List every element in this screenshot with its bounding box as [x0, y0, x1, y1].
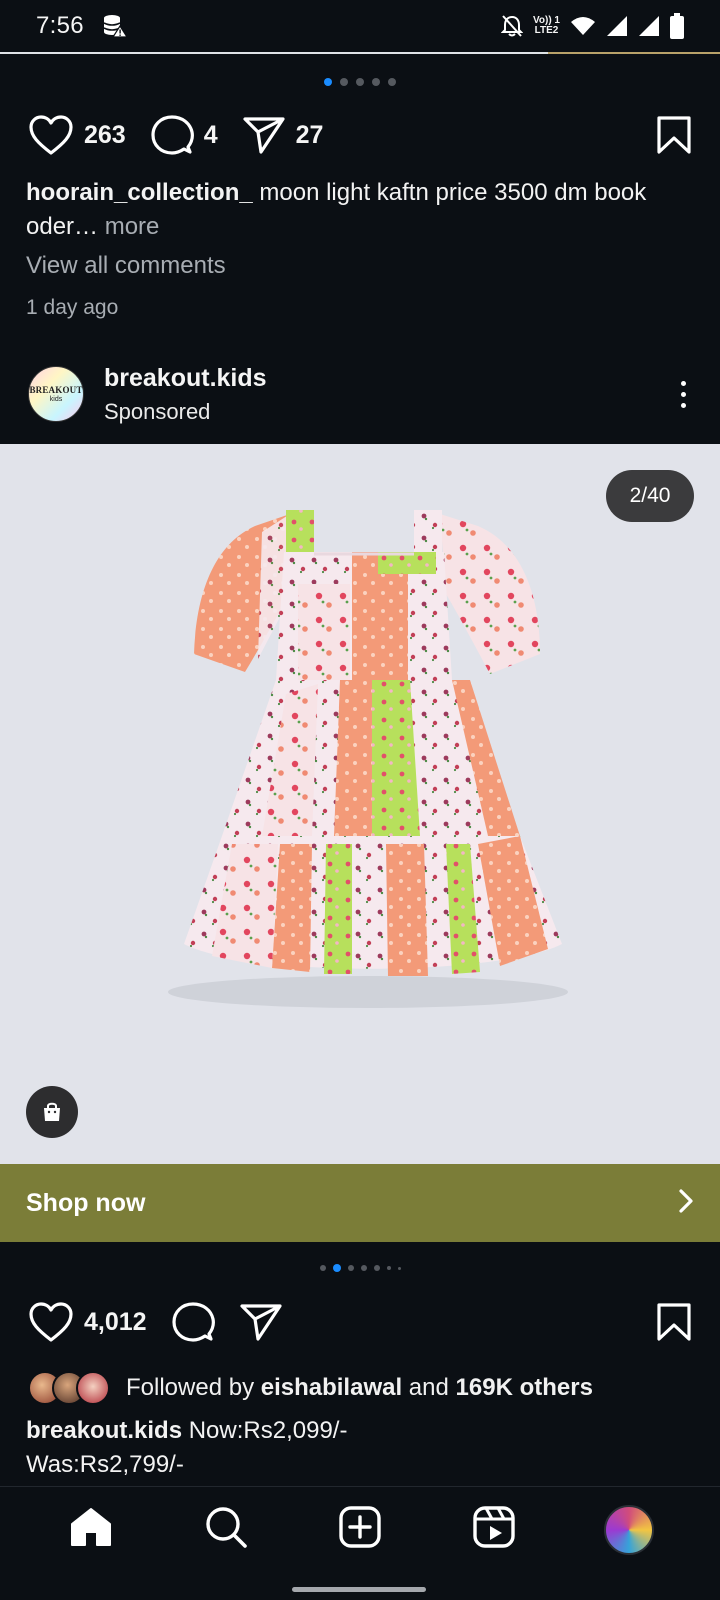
followed-by-others[interactable]: 169K others — [456, 1374, 593, 1401]
nav-profile[interactable] — [599, 1500, 659, 1560]
share-count[interactable]: 27 — [296, 121, 324, 150]
carousel-dot — [373, 1265, 380, 1271]
carousel-dot-active — [324, 78, 332, 86]
shop-now-label: Shop now — [26, 1188, 146, 1217]
carousel-dot — [319, 1265, 326, 1271]
caption-text: Was:Rs2,799/- — [26, 1451, 184, 1478]
caption-text: Now:Rs2,099/- — [182, 1417, 348, 1444]
signal-icon — [638, 15, 660, 37]
comment-icon — [171, 1301, 215, 1343]
home-icon — [69, 1506, 113, 1553]
nav-home[interactable] — [61, 1500, 121, 1560]
caption-ellipsis: … — [74, 213, 99, 240]
network-label: Vo)) 1 LTE2 — [532, 15, 560, 36]
brand-logo-subtext: kids — [49, 396, 63, 403]
wifi-icon — [570, 16, 596, 36]
avatar[interactable]: BREAKOUT kids — [28, 366, 84, 422]
carousel-dot — [347, 1265, 354, 1271]
comment-count[interactable]: 4 — [204, 121, 218, 150]
dress-image — [168, 510, 568, 1008]
avatar — [76, 1371, 110, 1405]
bell-off-icon — [500, 14, 523, 38]
carousel-indicator — [0, 78, 720, 86]
carousel-dot — [340, 78, 348, 86]
carousel-dot — [372, 78, 380, 86]
like-count[interactable]: 263 — [84, 121, 126, 150]
carousel-dot — [397, 1266, 401, 1270]
gesture-home-indicator[interactable] — [292, 1587, 426, 1592]
post-action-row: 263 4 27 — [0, 107, 720, 163]
followed-by-user[interactable]: eishabilawal — [261, 1374, 402, 1401]
caption-username[interactable]: breakout.kids — [26, 1417, 182, 1444]
create-icon — [338, 1505, 382, 1554]
profile-avatar — [603, 1504, 654, 1555]
post-caption: hoorain_collection_ moon light kaftn pri… — [26, 176, 696, 244]
carousel-dot-active — [332, 1264, 341, 1272]
post-username[interactable]: breakout.kids — [104, 364, 267, 393]
chevron-right-icon — [678, 1188, 694, 1219]
carousel-indicator — [0, 1264, 720, 1272]
shopping-bag-icon[interactable] — [26, 1086, 78, 1138]
save-button[interactable] — [656, 1302, 692, 1342]
share-button[interactable] — [239, 1302, 283, 1342]
comment-icon — [150, 114, 194, 156]
reels-icon — [472, 1505, 516, 1554]
signal-icon — [606, 15, 628, 37]
comment-button[interactable]: 4 — [150, 114, 218, 156]
like-button[interactable]: 263 — [28, 114, 126, 156]
more-link[interactable]: more — [98, 213, 160, 240]
send-icon — [239, 1302, 283, 1342]
followed-by-row[interactable]: Followed by eishabilawal and 169K others — [28, 1368, 593, 1408]
sponsored-label: Sponsored — [104, 398, 211, 424]
post-caption: breakout.kids Now:Rs2,099/- Was:Rs2,799/… — [26, 1414, 696, 1482]
carousel-dot — [386, 1266, 391, 1270]
nav-search[interactable] — [196, 1500, 256, 1560]
post-media[interactable]: 2/40 — [0, 444, 720, 1164]
carousel-dot — [360, 1265, 367, 1271]
previous-post-image-edge — [0, 52, 720, 55]
post-timestamp: 1 day ago — [26, 296, 119, 319]
followed-by-text: Followed by eishabilawal and 169K others — [126, 1374, 593, 1401]
nav-create[interactable] — [330, 1500, 390, 1560]
share-button[interactable]: 27 — [242, 115, 324, 155]
like-button[interactable]: 4,012 — [28, 1301, 147, 1343]
bookmark-icon — [656, 115, 692, 155]
more-options-icon[interactable] — [675, 375, 692, 414]
bookmark-icon — [656, 1302, 692, 1342]
status-bar: 7:56 Vo)) 1 LTE2 — [0, 0, 720, 52]
follower-avatars — [28, 1371, 110, 1405]
shop-now-button[interactable]: Shop now — [0, 1164, 720, 1242]
bottom-navigation — [0, 1486, 720, 1572]
heart-icon — [28, 1301, 74, 1343]
caption-username[interactable]: hoorain_collection_ — [26, 179, 253, 206]
post-header: BREAKOUT kids breakout.kids Sponsored — [0, 352, 720, 436]
post-action-row: 4,012 — [0, 1294, 720, 1350]
heart-icon — [28, 114, 74, 156]
like-count[interactable]: 4,012 — [84, 1308, 147, 1337]
comment-button[interactable] — [171, 1301, 215, 1343]
view-all-comments-link[interactable]: View all comments — [26, 252, 226, 280]
carousel-counter: 2/40 — [606, 470, 694, 522]
carousel-dot — [388, 78, 396, 86]
battery-icon — [670, 13, 684, 39]
brand-logo-text: BREAKOUT — [29, 385, 83, 395]
nav-reels[interactable] — [464, 1500, 524, 1560]
carousel-dot — [356, 78, 364, 86]
send-icon — [242, 115, 286, 155]
search-icon — [204, 1505, 248, 1554]
storage-warning-icon — [102, 14, 128, 38]
status-time: 7:56 — [36, 12, 84, 39]
save-button[interactable] — [656, 115, 692, 155]
